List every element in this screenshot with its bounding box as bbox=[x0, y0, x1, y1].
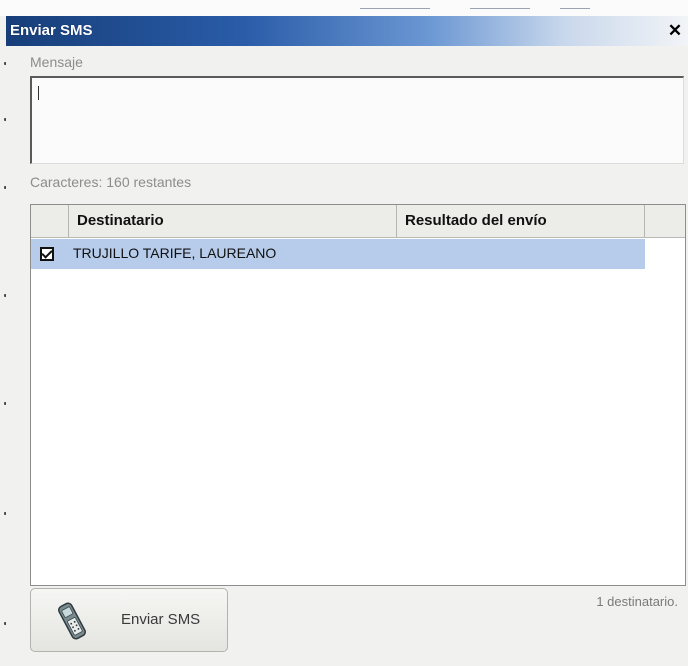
column-header-recipient[interactable]: Destinatario bbox=[69, 205, 397, 237]
column-header-filler bbox=[645, 205, 685, 237]
table-row[interactable]: TRUJILLO TARIFE, LAUREANO bbox=[31, 239, 645, 269]
column-header-result[interactable]: Resultado del envío bbox=[397, 205, 645, 237]
window-title: Enviar SMS bbox=[10, 22, 93, 39]
column-header-check[interactable] bbox=[31, 205, 69, 237]
close-icon: ✕ bbox=[667, 21, 683, 40]
send-sms-button[interactable]: Enviar SMS bbox=[30, 588, 228, 652]
grid-header: Destinatario Resultado del envío bbox=[31, 205, 685, 238]
recipients-grid[interactable]: Destinatario Resultado del envío TRUJILL… bbox=[30, 204, 686, 586]
recipient-checkbox[interactable] bbox=[40, 247, 54, 261]
background-strip bbox=[0, 0, 688, 16]
background-line bbox=[360, 8, 430, 9]
message-input[interactable] bbox=[30, 76, 684, 164]
send-button-label: Enviar SMS bbox=[121, 611, 201, 628]
background-line bbox=[470, 8, 530, 9]
close-button[interactable]: ✕ bbox=[666, 21, 684, 40]
mobile-phone-icon bbox=[58, 602, 86, 640]
text-caret bbox=[38, 86, 39, 100]
title-bar[interactable]: Enviar SMS ✕ bbox=[6, 16, 688, 46]
message-label: Mensaje bbox=[30, 54, 83, 70]
recipient-name: TRUJILLO TARIFE, LAUREANO bbox=[73, 245, 277, 261]
recipient-count: 1 destinatario. bbox=[596, 594, 678, 609]
characters-remaining: Caracteres: 160 restantes bbox=[30, 174, 192, 190]
sms-dialog: Enviar SMS ✕ Mensaje Caracteres: 160 res… bbox=[6, 16, 688, 666]
background-line bbox=[560, 8, 590, 9]
